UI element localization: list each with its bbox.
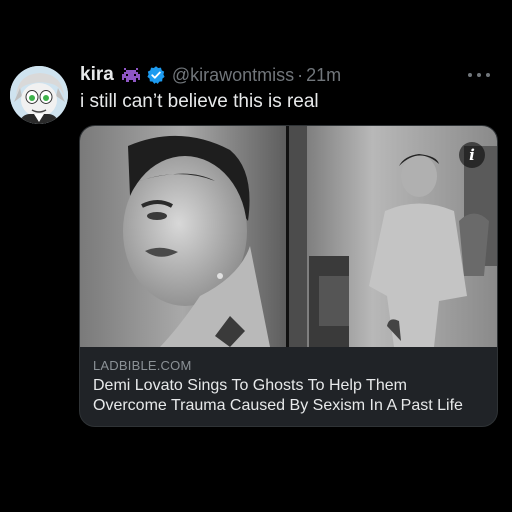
card-image[interactable]: i [80, 126, 497, 347]
timestamp[interactable]: 21m [306, 65, 341, 86]
avatar[interactable] [10, 66, 68, 124]
alien-monster-icon [120, 66, 142, 84]
link-card[interactable]: i LADBIBLE.COM Demi Lovato Sings To Ghos… [79, 125, 498, 427]
card-domain: LADBIBLE.COM [93, 358, 192, 373]
photo-portrait [80, 126, 286, 347]
info-icon[interactable]: i [459, 142, 485, 168]
card-headline-line1: Demi Lovato Sings To Ghosts To Help Them [93, 377, 407, 394]
card-headline[interactable]: Demi Lovato Sings To Ghosts To Help Them… [93, 376, 488, 416]
more-options-icon[interactable] [468, 65, 490, 85]
display-name[interactable]: kira [80, 64, 114, 86]
user-handle[interactable]: @kirawontmiss [172, 65, 294, 86]
tweet-text: i still can’t believe this is real [80, 91, 319, 112]
tweet[interactable]: kira @kirawontmiss · 21m i still can’t b… [0, 0, 512, 512]
verified-badge-icon[interactable] [146, 65, 166, 85]
card-headline-line2: Overcome Trauma Caused By Sexism In A Pa… [93, 397, 463, 414]
separator-dot: · [297, 64, 304, 85]
tweet-header: kira @kirawontmiss · 21m [80, 63, 492, 87]
card-text: LADBIBLE.COM Demi Lovato Sings To Ghosts… [93, 358, 488, 416]
